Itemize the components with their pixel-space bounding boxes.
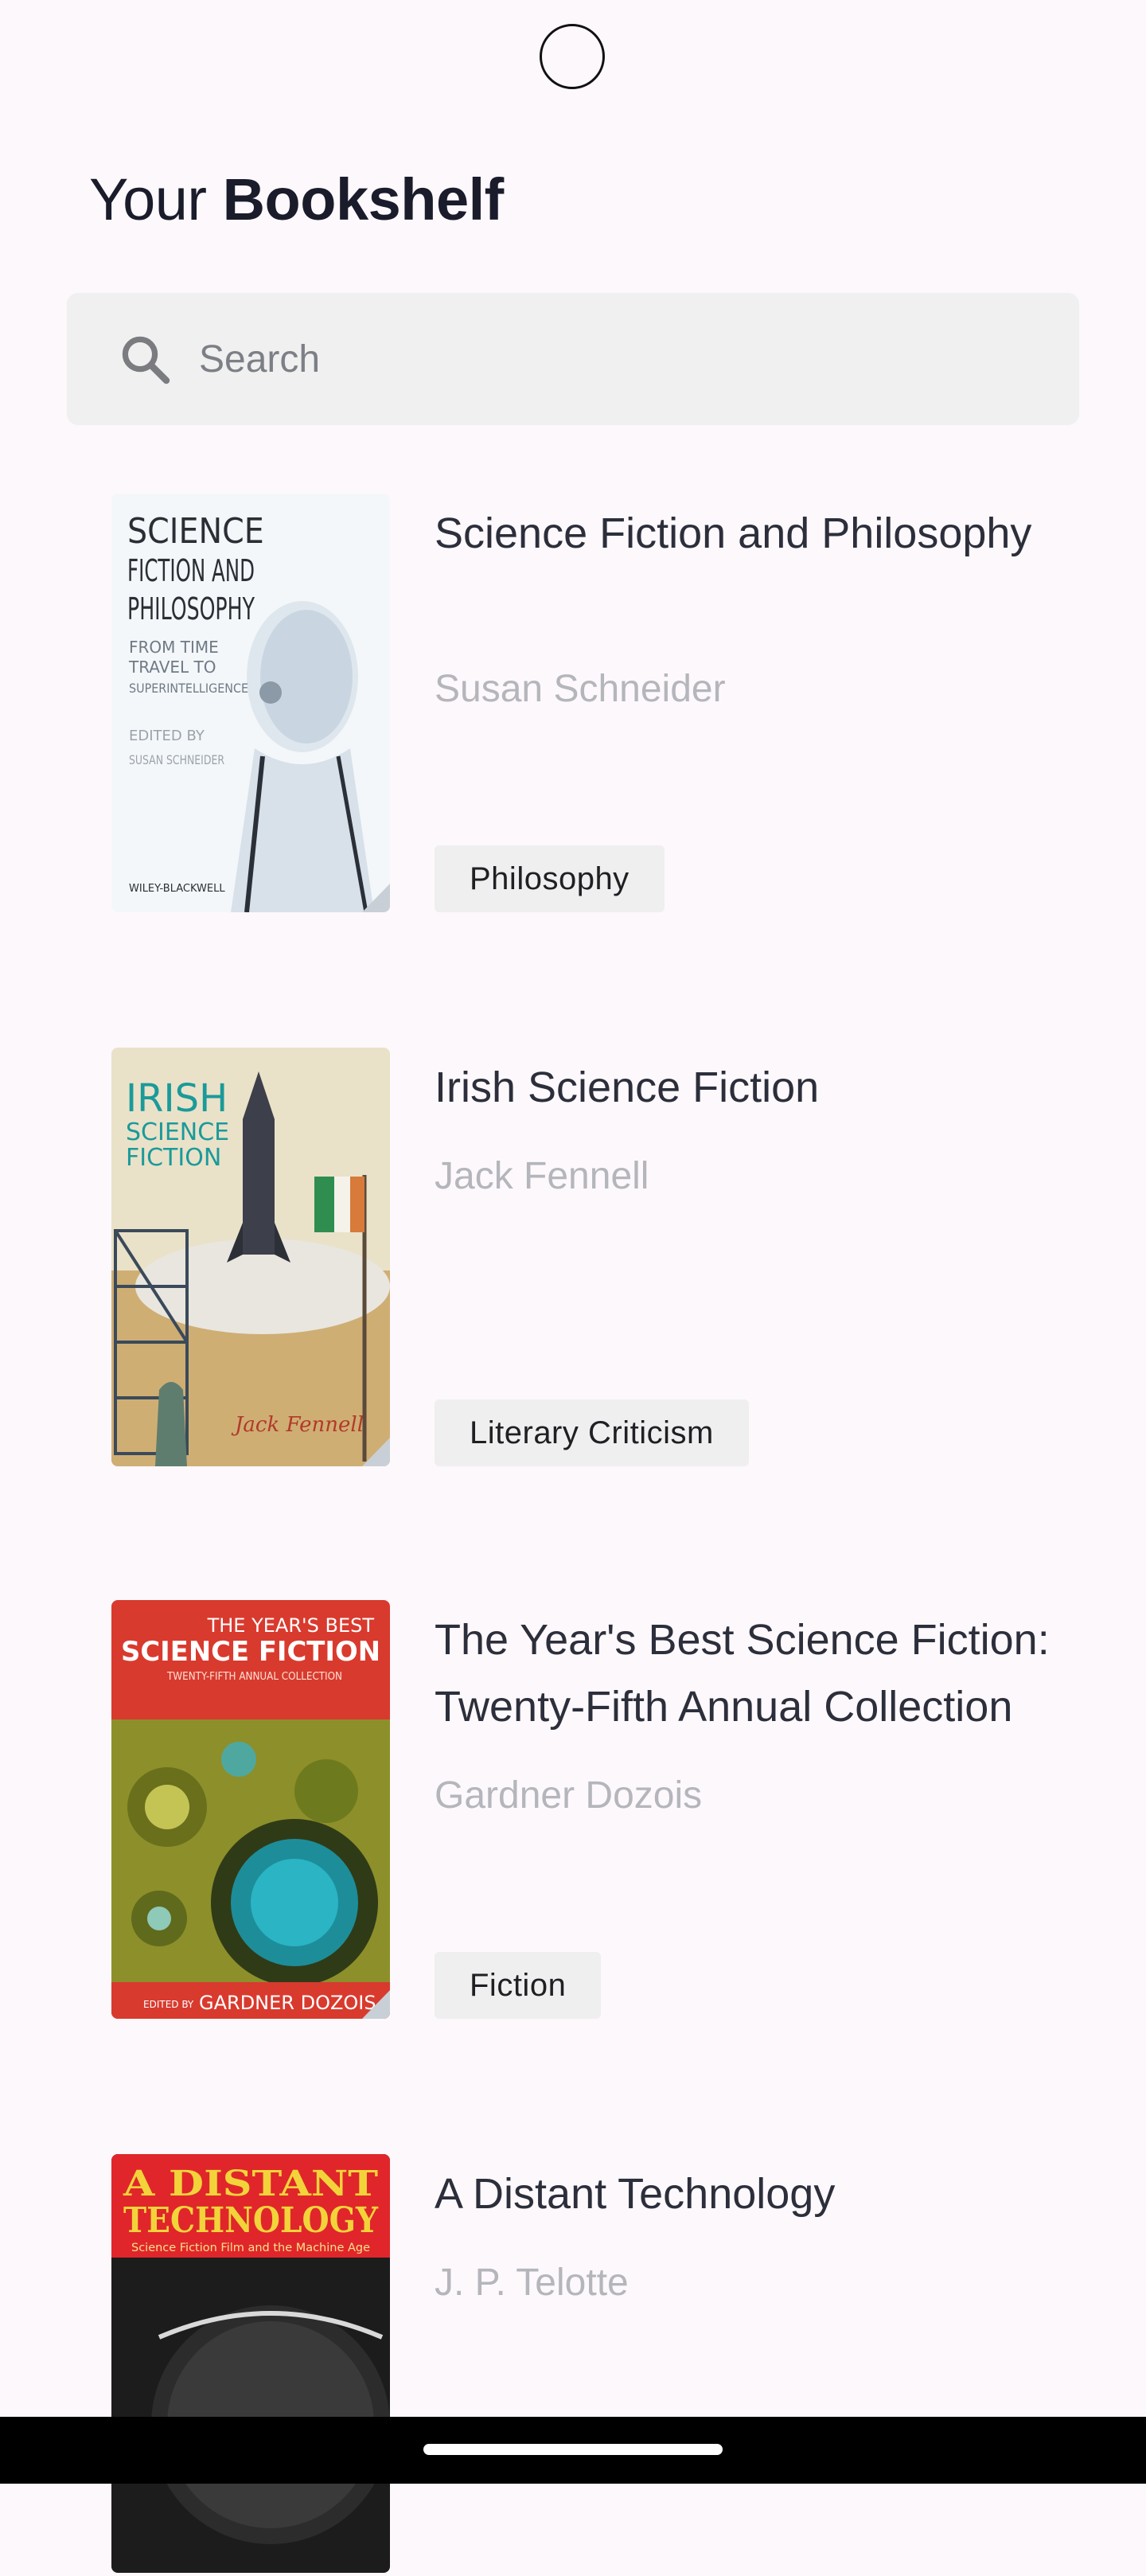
book-cover-art: SCIENCE FICTION AND PHILOSOPHY FROM TIME…: [111, 494, 390, 912]
cover-text: EDITED BY: [143, 1999, 194, 2010]
cover-text: FICTION AND: [127, 553, 255, 588]
cover-text: Science Fiction Film and the Machine Age: [131, 2242, 370, 2254]
cover-text: SUPERINTELLIGENCE: [129, 681, 248, 696]
front-camera-cutout: [540, 24, 605, 89]
cover-text: FICTION: [126, 1144, 221, 1172]
page-title-bold: Bookshelf: [222, 166, 505, 232]
system-nav-bar: [0, 2417, 1146, 2484]
cover-text: SCIENCE: [127, 511, 264, 552]
book-title: Science Fiction and Philosophy: [435, 509, 1032, 557]
cover-text: FROM TIME: [129, 638, 219, 657]
page-title: Your Bookshelf: [89, 166, 504, 233]
book-author: Susan Schneider: [435, 668, 726, 710]
cover-text: THE YEAR'S BEST: [207, 1614, 375, 1637]
book-item[interactable]: SCIENCE FICTION AND PHILOSOPHY FROM TIME…: [111, 494, 1082, 915]
book-title: The Year's Best Science Fiction: Twenty-…: [435, 1616, 1050, 1731]
book-title: Irish Science Fiction: [435, 1064, 820, 1111]
cover-text: SCIENCE FICTION: [121, 1636, 380, 1668]
book-cover[interactable]: A DISTANT TECHNOLOGY Science Fiction Fil…: [111, 2154, 390, 2573]
book-cover-art: THE YEAR'S BEST SCIENCE FICTION TWENTY-F…: [111, 1600, 390, 2019]
cover-text: TECHNOLOGY: [123, 2200, 379, 2241]
book-cover-art: IRISH SCIENCE FICTION Jack Fennell: [111, 1048, 390, 1466]
cover-text: WILEY-BLACKWELL: [129, 883, 225, 895]
book-author: J. P. Telotte: [435, 2262, 629, 2304]
book-cover[interactable]: SCIENCE FICTION AND PHILOSOPHY FROM TIME…: [111, 494, 390, 912]
cover-text: SUSAN SCHNEIDER: [129, 752, 224, 767]
genre-chip[interactable]: Fiction: [435, 1952, 602, 2019]
cover-text: PHILOSOPHY: [127, 591, 255, 626]
cover-text: SCIENCE: [126, 1118, 229, 1146]
cover-text: Jack Fennell: [231, 1413, 364, 1437]
cover-text: IRISH: [126, 1076, 228, 1121]
book-author: Gardner Dozois: [435, 1774, 703, 1817]
book-cover[interactable]: THE YEAR'S BEST SCIENCE FICTION TWENTY-F…: [111, 1600, 390, 2019]
book-cover[interactable]: IRISH SCIENCE FICTION Jack Fennell: [111, 1048, 390, 1466]
search-icon: [122, 336, 170, 384]
book-item[interactable]: A DISTANT TECHNOLOGY Science Fiction Fil…: [111, 2154, 1082, 2576]
cover-text: TRAVEL TO: [128, 658, 216, 677]
book-title: A Distant Technology: [435, 2170, 836, 2218]
cover-text: A DISTANT: [123, 2164, 378, 2204]
book-cover-art: A DISTANT TECHNOLOGY Science Fiction Fil…: [111, 2154, 390, 2573]
status-bar: [0, 0, 1146, 119]
search-bar[interactable]: [67, 293, 1079, 425]
book-author: Jack Fennell: [435, 1155, 649, 1197]
cover-text: EDITED BY: [129, 728, 205, 744]
cover-text: GARDNER DOZOIS: [199, 1992, 376, 2014]
cover-text: TWENTY-FIFTH ANNUAL COLLECTION: [166, 1671, 342, 1683]
book-item[interactable]: THE YEAR'S BEST SCIENCE FICTION TWENTY-F…: [111, 1600, 1082, 2022]
genre-chip[interactable]: Philosophy: [435, 845, 665, 912]
home-indicator[interactable]: [423, 2444, 723, 2455]
book-item[interactable]: IRISH SCIENCE FICTION Jack Fennell Irish…: [111, 1048, 1082, 1469]
page-title-prefix: Your: [89, 166, 207, 232]
search-input[interactable]: [199, 323, 1043, 395]
genre-chip[interactable]: Literary Criticism: [435, 1399, 749, 1466]
